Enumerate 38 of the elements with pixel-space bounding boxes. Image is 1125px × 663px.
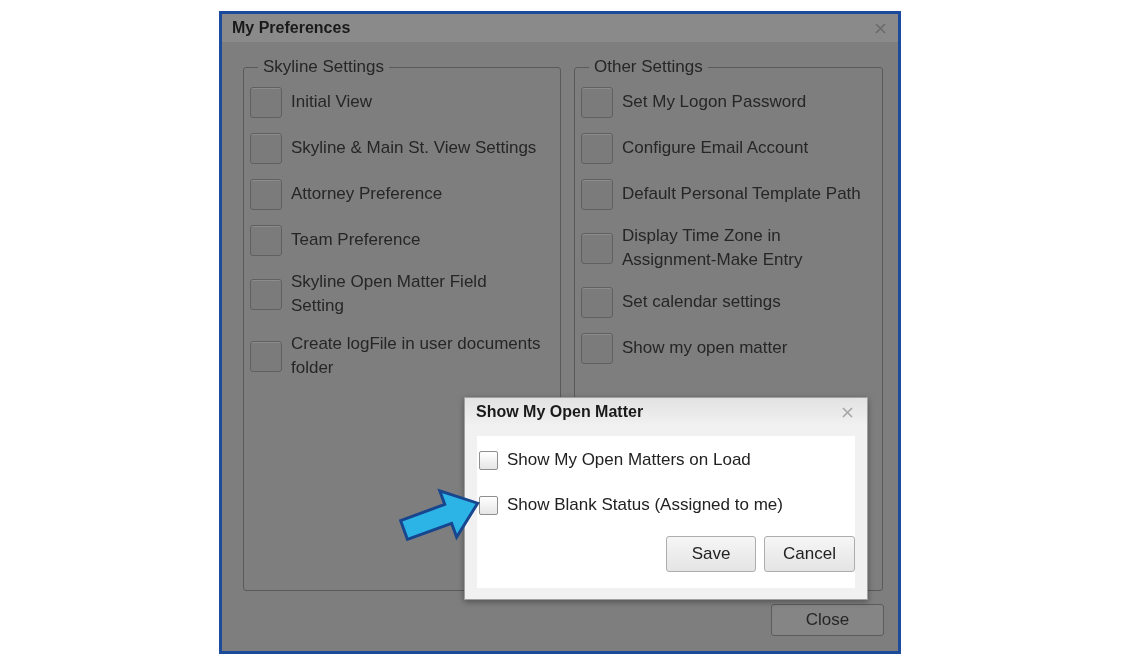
checkbox-label: Show My Open Matters on Load	[507, 449, 751, 472]
option-label: Set calendar settings	[622, 291, 782, 313]
option-label: Configure Email Account	[622, 137, 810, 159]
close-button[interactable]: Close	[771, 604, 884, 636]
close-icon[interactable]	[875, 22, 886, 34]
option-label: Initial View	[291, 91, 373, 113]
option-label: Set My Logon Password	[622, 91, 808, 113]
option-label: Skyline Open Matter Field Setting	[291, 271, 488, 317]
option-button[interactable]	[250, 278, 282, 310]
option-label: Team Preference	[291, 229, 422, 251]
option-label: Show my open matter	[622, 337, 789, 359]
option-button[interactable]	[581, 332, 613, 364]
option-label: Attorney Preference	[291, 183, 444, 205]
option-label: Create logFile in user documents folder	[291, 333, 542, 379]
dialog-title: Show My Open Matter	[476, 402, 644, 422]
option-button[interactable]	[581, 286, 613, 318]
option-button[interactable]	[581, 178, 613, 210]
checkbox[interactable]	[479, 450, 498, 470]
option-button[interactable]	[581, 232, 613, 264]
close-icon[interactable]	[842, 406, 853, 418]
checkbox[interactable]	[479, 495, 498, 515]
option-button[interactable]	[250, 132, 282, 164]
option-button[interactable]	[581, 132, 613, 164]
group-title: Other Settings	[593, 57, 704, 77]
arrow-icon	[399, 486, 481, 544]
option-button[interactable]	[250, 224, 282, 256]
option-label: Skyline & Main St. View Settings	[291, 137, 538, 159]
option-button[interactable]	[581, 86, 613, 118]
save-button[interactable]: Save	[666, 536, 756, 572]
checkbox-label: Show Blank Status (Assigned to me)	[507, 494, 783, 517]
option-label: Display Time Zone in Assignment-Make Entry	[622, 225, 804, 271]
window-title: My Preferences	[232, 18, 351, 38]
group-title: Skyline Settings	[262, 57, 385, 77]
option-button[interactable]	[250, 178, 282, 210]
option-label: Default Personal Template Path	[622, 183, 862, 205]
cancel-button[interactable]: Cancel	[764, 536, 855, 572]
option-button[interactable]	[250, 86, 282, 118]
option-button[interactable]	[250, 340, 282, 372]
